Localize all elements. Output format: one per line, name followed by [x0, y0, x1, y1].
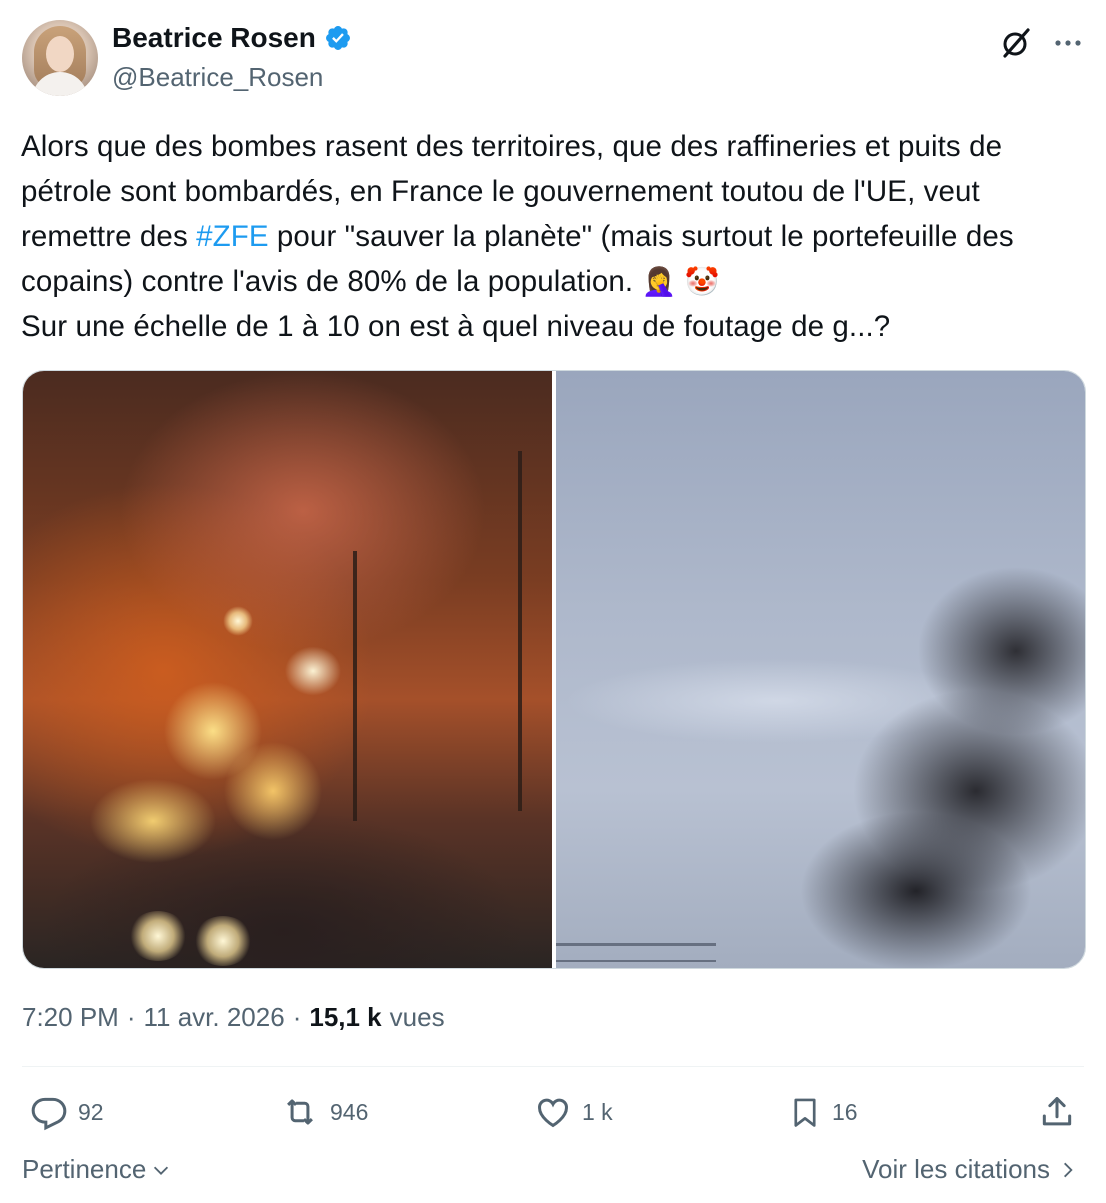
- tweet-meta: 7:20 PM · 11 avr. 2026 · 15,1 k vues: [22, 1002, 445, 1033]
- avatar-face: [46, 36, 74, 72]
- image-pole: [353, 551, 357, 821]
- avatar[interactable]: [22, 20, 98, 96]
- repost-count: 946: [330, 1098, 369, 1125]
- tweet-text-part-3: Sur une échelle de 1 à 10 on est à quel …: [21, 310, 891, 343]
- meta-separator: ·: [292, 1002, 302, 1032]
- image-light: [128, 911, 188, 961]
- tweet-time[interactable]: 7:20 PM: [22, 1002, 119, 1033]
- repost-icon: [287, 1099, 313, 1125]
- image-light: [193, 916, 253, 966]
- image-pole: [518, 451, 522, 811]
- reply-button[interactable]: 92: [30, 1090, 104, 1134]
- verified-badge-icon[interactable]: [324, 24, 352, 52]
- heart-icon: [538, 1098, 568, 1128]
- repost-button[interactable]: 946: [280, 1090, 368, 1134]
- view-quotes-label: Voir les citations: [862, 1154, 1050, 1184]
- views-count: 15,1 k: [309, 1002, 382, 1032]
- chevron-right-icon: [1064, 1162, 1073, 1177]
- media-grid: [22, 370, 1086, 969]
- media-image-smoke[interactable]: [556, 371, 1085, 968]
- sort-label: Pertinence: [22, 1154, 147, 1184]
- author-handle[interactable]: @Beatrice_Rosen: [112, 62, 323, 93]
- grok-icon[interactable]: [998, 26, 1034, 60]
- tweet-date[interactable]: 11 avr. 2026: [144, 1002, 285, 1033]
- hashtag-link[interactable]: #ZFE: [196, 220, 269, 253]
- like-button[interactable]: 1 k: [534, 1090, 613, 1134]
- author-name-row: Beatrice Rosen: [112, 22, 352, 54]
- clown-emoji-icon: 🤡: [684, 265, 720, 298]
- views-label: vues: [389, 1002, 445, 1032]
- media-image-fire[interactable]: [23, 371, 552, 968]
- chevron-down-icon: [154, 1166, 169, 1175]
- reply-icon: [31, 1097, 67, 1131]
- bookmark-count: 16: [832, 1098, 858, 1125]
- divider: [22, 1066, 1084, 1067]
- author-display-name[interactable]: Beatrice Rosen: [112, 22, 316, 54]
- facepalm-emoji-icon: 🤦‍♀️: [641, 265, 677, 298]
- share-icon: [1042, 1097, 1072, 1126]
- bookmark-button[interactable]: 16: [788, 1090, 858, 1134]
- more-icon[interactable]: [1050, 26, 1086, 60]
- image-light: [223, 606, 253, 636]
- reply-count: 92: [78, 1098, 104, 1125]
- bookmark-icon: [794, 1098, 816, 1127]
- sort-dropdown[interactable]: Pertinence: [22, 1154, 172, 1185]
- view-quotes-link[interactable]: Voir les citations: [862, 1154, 1078, 1185]
- tweet-text: Alors que des bombes rasent des territoi…: [21, 124, 1085, 349]
- share-button[interactable]: [1038, 1090, 1076, 1134]
- like-count: 1 k: [582, 1098, 613, 1125]
- image-rail: [556, 943, 716, 962]
- meta-separator: ·: [126, 1002, 136, 1032]
